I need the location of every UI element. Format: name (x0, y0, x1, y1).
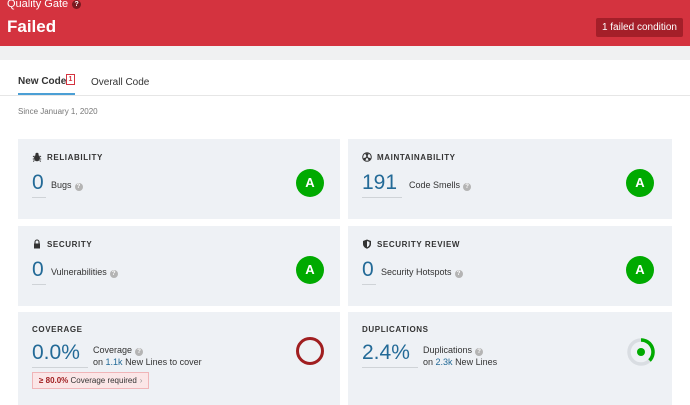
header-divider (0, 46, 690, 60)
security-review-title: SECURITY REVIEW (362, 239, 460, 249)
quality-gate-label: Quality Gate? (7, 0, 82, 10)
duplications-lines-link[interactable]: 2.3k (436, 357, 453, 367)
duplications-card: DUPLICATIONS 2.4% Duplications? on 2.3k … (348, 312, 672, 405)
help-icon[interactable]: ? (109, 270, 118, 278)
duplications-title: DUPLICATIONS (362, 325, 429, 334)
help-icon[interactable]: ? (72, 0, 82, 9)
help-icon[interactable]: ? (74, 183, 83, 191)
reliability-grade[interactable]: A (296, 169, 324, 197)
security-title: SECURITY (32, 239, 92, 249)
maintainability-grade[interactable]: A (626, 169, 654, 197)
help-icon[interactable]: ? (454, 270, 463, 278)
help-icon[interactable]: ? (135, 348, 144, 356)
security-review-card: SECURITY REVIEW 0 Security Hotspots? A (348, 226, 672, 306)
radiation-icon (362, 152, 372, 162)
new-code-period: Since January 1, 2020 (18, 107, 98, 116)
failed-conditions-badge[interactable]: 1 failed condition (595, 18, 683, 37)
reliability-title: RELIABILITY (32, 152, 103, 162)
tab-new-code-badge: 1 (66, 74, 75, 85)
tabs-divider (0, 95, 690, 96)
chevron-right-icon: › (139, 376, 143, 385)
security-hotspots-value[interactable]: 0 (362, 258, 374, 282)
help-icon[interactable]: ? (463, 183, 472, 191)
coverage-requirement[interactable]: ≥ 80.0% Coverage required › (32, 372, 150, 389)
duplications-donut[interactable] (626, 337, 656, 367)
coverage-label: Coverage? (93, 345, 144, 356)
bugs-underline (32, 197, 46, 198)
coverage-title: COVERAGE (32, 325, 83, 334)
coverage-lines-link[interactable]: 1.1k (106, 357, 123, 367)
code-smells-value[interactable]: 191 (362, 171, 397, 195)
coverage-card: COVERAGE 0.0% Coverage? on 1.1k New Line… (18, 312, 340, 405)
duplications-underline (362, 367, 418, 368)
bugs-label: Bugs? (51, 180, 83, 191)
security-review-grade[interactable]: A (626, 256, 654, 284)
bugs-value[interactable]: 0 (32, 171, 44, 195)
tab-overall-code[interactable]: Overall Code (91, 70, 161, 96)
maintainability-title: MAINTAINABILITY (362, 152, 456, 162)
bug-icon (32, 152, 42, 162)
vulnerabilities-underline (32, 284, 46, 285)
code-smells-underline (362, 197, 402, 198)
coverage-lines: on 1.1k New Lines to cover (93, 357, 202, 367)
security-card: SECURITY 0 Vulnerabilities? A (18, 226, 340, 306)
tab-new-code-label: New Code (18, 76, 67, 87)
quality-gate-header: Quality Gate? Failed 1 failed condition (0, 0, 690, 46)
shield-icon (363, 239, 371, 249)
vulnerabilities-value[interactable]: 0 (32, 258, 44, 282)
duplications-label: Duplications? (423, 345, 484, 356)
quality-gate-status: Failed (7, 17, 57, 36)
security-hotspots-underline (362, 284, 376, 285)
help-icon[interactable]: ? (475, 348, 484, 356)
vulnerabilities-label: Vulnerabilities? (51, 267, 118, 278)
tab-new-code[interactable]: New Code 1 (18, 70, 75, 96)
security-grade[interactable]: A (296, 256, 324, 284)
coverage-underline (32, 367, 88, 368)
code-smells-label: Code Smells? (409, 180, 472, 191)
reliability-card: RELIABILITY 0 Bugs? A (18, 139, 340, 219)
lock-icon (34, 239, 40, 249)
coverage-ring[interactable] (296, 337, 324, 365)
coverage-value[interactable]: 0.0% (32, 341, 80, 365)
maintainability-card: MAINTAINABILITY 191 Code Smells? A (348, 139, 672, 219)
security-hotspots-label: Security Hotspots? (381, 267, 463, 278)
duplications-lines: on 2.3k New Lines (423, 357, 498, 367)
duplications-value[interactable]: 2.4% (362, 341, 410, 365)
tab-overall-code-label: Overall Code (91, 77, 150, 88)
